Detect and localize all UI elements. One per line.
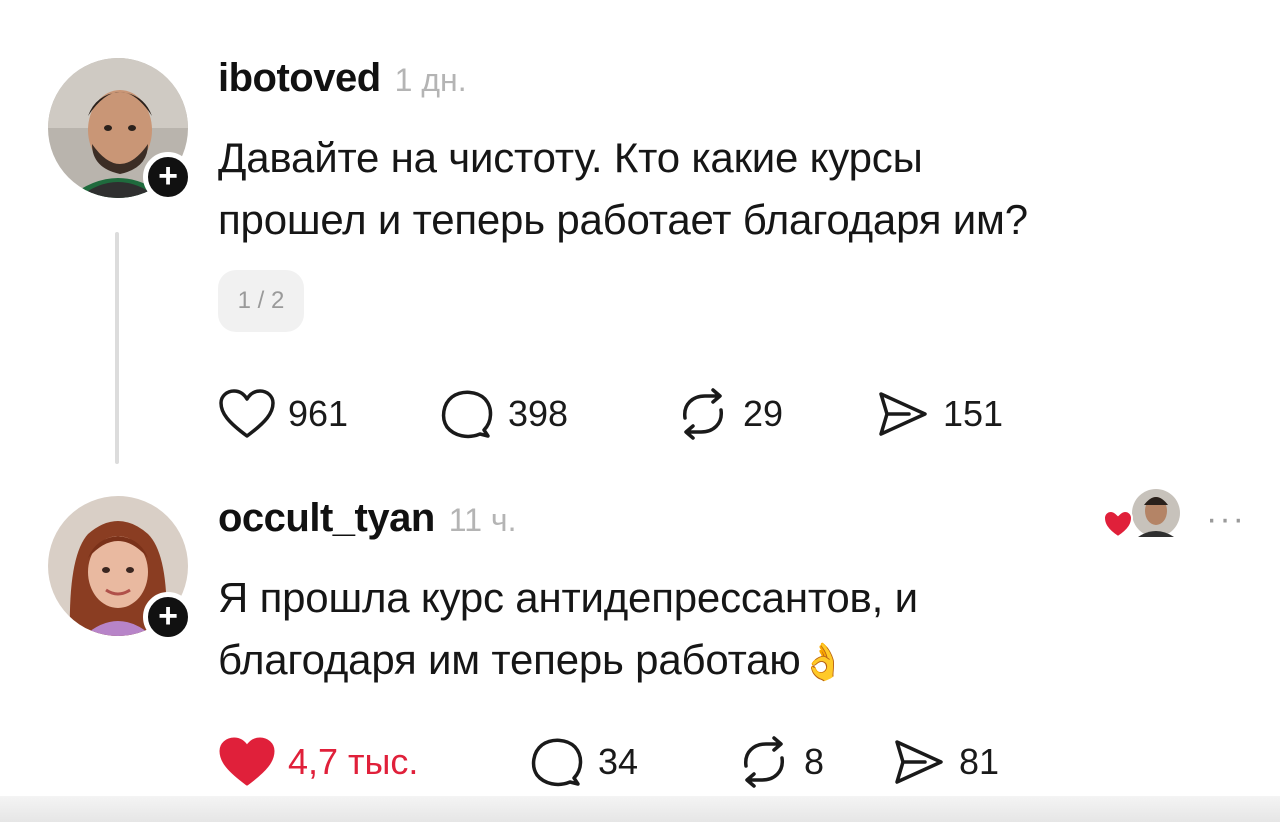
reply-count: 34 [598,741,639,782]
liked-by-author-icon [1102,489,1180,539]
share-icon [879,392,927,436]
reply-button[interactable]: 34 [530,736,736,788]
reply-button[interactable]: 398 [440,388,675,440]
repost-button[interactable]: 8 [736,736,891,788]
repost-icon [683,388,723,440]
timestamp: 11 ч. [448,502,517,538]
more-icon: ··· [1206,500,1246,538]
heart-icon [219,389,275,438]
post-header: ibotoved 1 дн. [218,56,467,101]
like-button[interactable]: 961 [218,388,440,440]
heart-filled-icon [219,737,275,786]
post-text-line: Я прошла курс антидепрессантов, и [218,574,918,621]
like-count: 4,7 тыс. [288,741,419,782]
post-text-line-content: благодаря им теперь работаю [218,636,801,683]
thread-line [115,232,119,464]
share-count: 151 [943,393,1004,434]
share-button[interactable]: 81 [891,736,999,788]
reply-count: 398 [508,393,569,434]
username[interactable]: occult_tyan [218,496,435,541]
repost-button[interactable]: 29 [675,388,875,440]
post-actions: 4,7 тыс. 34 8 81 [218,736,999,788]
share-count: 81 [959,741,1000,782]
post-text-line: прошел и теперь работает благодаря им? [218,196,1028,243]
like-count: 961 [288,393,349,434]
reply-icon [441,390,493,439]
repost-icon [744,736,784,788]
plus-icon: + [158,157,178,195]
timestamp: 1 дн. [394,62,467,98]
share-button[interactable]: 151 [875,388,1003,440]
like-button[interactable]: 4,7 тыс. [218,736,530,788]
repost-count: 8 [804,741,825,782]
reply-icon [531,738,583,787]
plus-icon: + [158,597,178,635]
post-text: Давайте на чистоту. Кто какие курсы прош… [218,127,1028,251]
page-indicator[interactable]: 1 / 2 [218,270,304,332]
post-text-line: благодаря им теперь работаю👌 [218,629,918,693]
bottom-edge [0,796,1280,822]
post-actions: 961 398 29 151 [218,388,1003,440]
share-icon [895,740,943,784]
repost-count: 29 [743,393,784,434]
follow-button[interactable]: + [143,152,193,202]
post-text-line: Давайте на чистоту. Кто какие курсы [218,134,923,181]
more-options-button[interactable]: ··· [1206,500,1246,539]
ok-hand-emoji: 👌 [800,641,846,682]
follow-button[interactable]: + [143,592,193,642]
username[interactable]: ibotoved [218,56,381,101]
post-text: Я прошла курс антидепрессантов, и благод… [218,567,918,693]
post-header: occult_tyan 11 ч. [218,496,516,541]
liked-by-author-indicator [1102,487,1182,543]
